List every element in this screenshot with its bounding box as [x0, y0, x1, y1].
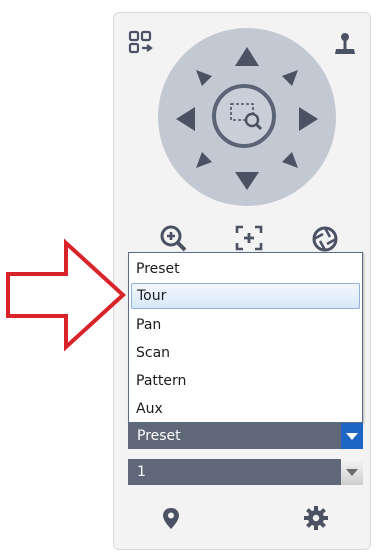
- ptz-down-left-arrow[interactable]: [196, 152, 212, 168]
- function-select[interactable]: Preset: [128, 423, 363, 449]
- ptz-up-left-arrow[interactable]: [196, 70, 212, 86]
- ptz-up-right-arrow[interactable]: [282, 70, 298, 86]
- focus-icon[interactable]: [234, 224, 264, 252]
- menu-item-aux[interactable]: Aux: [131, 396, 360, 422]
- menu-item-pattern[interactable]: Pattern: [131, 368, 360, 394]
- menu-item-tour[interactable]: Tour: [131, 283, 360, 309]
- ptz-down-right-arrow[interactable]: [282, 152, 298, 168]
- ptz-down-arrow[interactable]: [235, 172, 259, 190]
- red-highlight-arrow: [6, 238, 126, 352]
- number-select[interactable]: 1: [128, 459, 363, 485]
- zoom-in-icon[interactable]: [158, 224, 190, 254]
- menu-item-scan[interactable]: Scan: [131, 340, 360, 366]
- number-select-button[interactable]: [341, 459, 363, 485]
- function-select-value: Preset: [137, 428, 181, 444]
- settings-gear-icon[interactable]: [303, 505, 329, 531]
- ptz-function-dropdown-list: Preset Tour Pan Scan Pattern Aux: [128, 252, 363, 423]
- function-select-button[interactable]: [341, 423, 363, 449]
- chevron-down-icon: [346, 433, 358, 440]
- ptz-up-arrow[interactable]: [235, 47, 259, 66]
- ptz-right-arrow[interactable]: [299, 107, 318, 131]
- menu-item-preset[interactable]: Preset: [131, 256, 360, 282]
- ptz-left-arrow[interactable]: [176, 107, 195, 131]
- number-select-value: 1: [137, 464, 146, 480]
- chevron-down-icon: [346, 469, 358, 476]
- menu-item-pan[interactable]: Pan: [131, 312, 360, 338]
- area-zoom-icon: [230, 103, 263, 131]
- iris-icon[interactable]: [310, 224, 340, 254]
- location-pin-icon[interactable]: [160, 506, 182, 532]
